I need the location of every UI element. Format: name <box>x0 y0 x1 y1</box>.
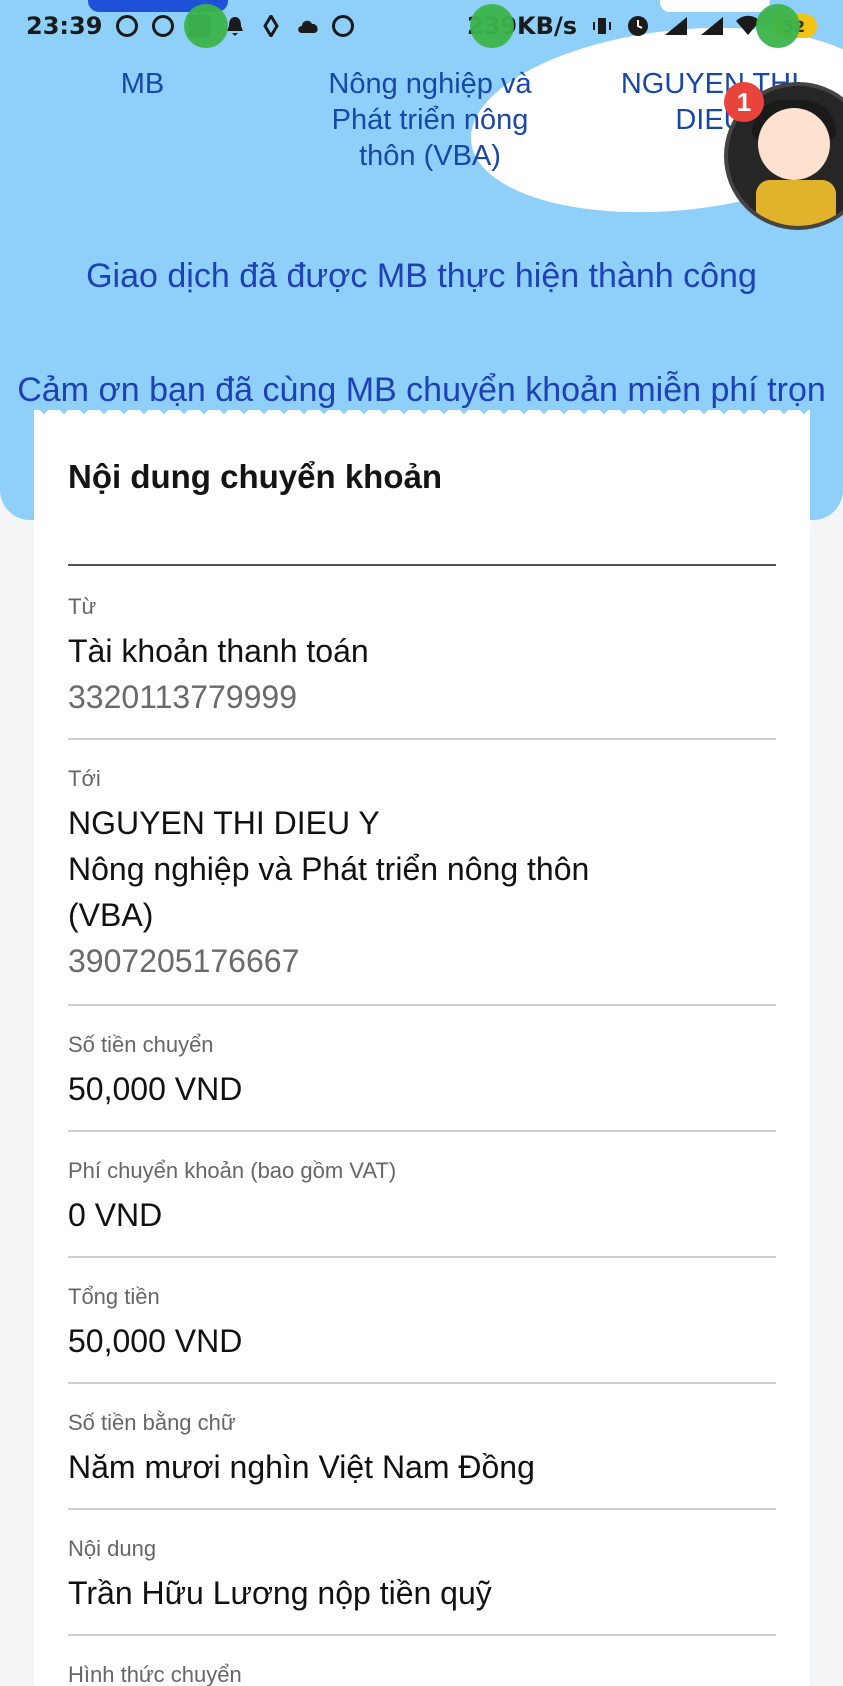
signal-icon <box>663 15 687 37</box>
to-name: NGUYEN THI DIEU Y <box>68 805 380 841</box>
to-bank-label: Nông nghiệp và Phát triển nông thôn (VBA… <box>328 68 532 172</box>
messenger-icon-2 <box>332 15 355 37</box>
fee-section: Phí chuyển khoản (bao gồm VAT) 0 VND <box>68 1158 776 1238</box>
vibrate-icon <box>591 15 613 37</box>
amount-section: Số tiền chuyển 50,000 VND <box>68 1032 776 1112</box>
divider <box>68 1634 776 1636</box>
content-value: Trần Hữu Lương nộp tiền quỹ <box>68 1575 492 1611</box>
touch-indicator <box>756 4 800 48</box>
wifi-icon <box>735 15 760 37</box>
method-label: Hình thức chuyển <box>68 1662 242 1686</box>
avatar-shirt <box>756 180 836 226</box>
success-message: Giao dịch đã được MB thực hiện thành côn… <box>86 257 757 295</box>
total-value: 50,000 VND <box>68 1323 243 1359</box>
from-account-type: Tài khoản thanh toán <box>68 633 369 669</box>
from-account-number: 3320113779999 <box>68 679 297 715</box>
status-time: 23:39 <box>26 12 103 40</box>
divider <box>68 1256 776 1258</box>
transfer-parties: MB Nông nghiệp và Phát triển nông thôn (… <box>0 66 843 216</box>
transfer-details-card: Nội dung chuyển khoản Từ Tài khoản thanh… <box>34 428 810 1686</box>
from-label: Từ <box>68 594 97 619</box>
content-label: Nội dung <box>68 1536 157 1561</box>
amount-words-section: Số tiền bằng chữ Năm mươi nghìn Việt Nam… <box>68 1410 776 1490</box>
method-section: Hình thức chuyển <box>68 1662 776 1686</box>
fee-value: 0 VND <box>68 1197 163 1233</box>
avatar-face <box>758 108 830 180</box>
touch-indicator <box>184 4 228 48</box>
from-bank-label: MB <box>120 68 165 100</box>
to-bank: Nông nghiệp và Phát triển nông thôn <box>68 851 590 887</box>
signal-icon-2 <box>699 15 723 37</box>
divider <box>68 1508 776 1510</box>
to-bank-code: (VBA) <box>68 897 154 933</box>
amount-words-value: Năm mươi nghìn Việt Nam Đồng <box>68 1449 535 1485</box>
divider <box>68 1130 776 1132</box>
title-divider <box>68 564 776 566</box>
divider <box>68 1382 776 1384</box>
to-account-number: 3907205176667 <box>68 943 300 979</box>
status-bar: 23:39 239KB/s 32 <box>0 0 843 52</box>
circle-icon <box>116 15 139 37</box>
amount-label: Số tiền chuyển <box>68 1032 214 1057</box>
card-title: Nội dung chuyển khoản <box>68 458 443 495</box>
receipt-zigzag-edge <box>34 410 810 430</box>
messenger-icon <box>152 15 175 37</box>
to-label: Tới <box>68 766 101 791</box>
touch-indicator <box>470 4 514 48</box>
from-section: Từ Tài khoản thanh toán 3320113779999 <box>68 594 776 720</box>
divider <box>68 1004 776 1006</box>
divider <box>68 738 776 740</box>
to-section: Tới NGUYEN THI DIEU Y Nông nghiệp và Phá… <box>68 766 776 984</box>
clock-icon <box>627 15 649 37</box>
notification-badge: 1 <box>724 82 764 122</box>
amount-words-label: Số tiền bằng chữ <box>68 1410 236 1435</box>
diamond-icon <box>260 13 282 39</box>
cloud-icon <box>296 15 319 37</box>
content-section: Nội dung Trần Hữu Lương nộp tiền quỹ <box>68 1536 776 1616</box>
total-section: Tổng tiền 50,000 VND <box>68 1284 776 1364</box>
total-label: Tổng tiền <box>68 1284 160 1309</box>
status-icons-left <box>116 13 355 39</box>
amount-value: 50,000 VND <box>68 1071 243 1107</box>
fee-label: Phí chuyển khoản (bao gồm VAT) <box>68 1158 397 1183</box>
